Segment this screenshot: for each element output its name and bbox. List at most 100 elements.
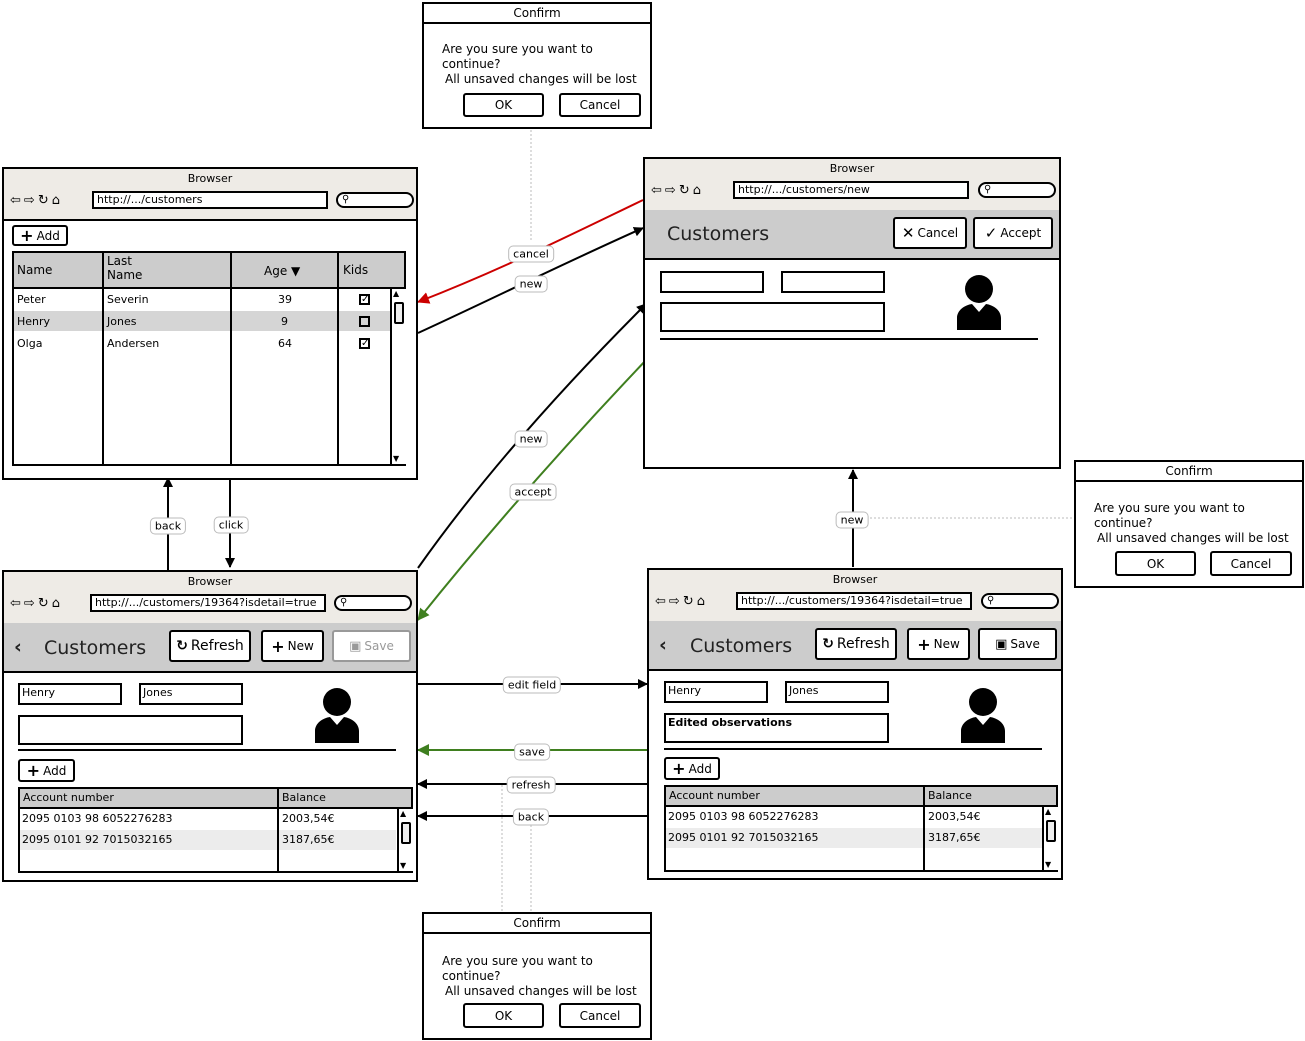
back-chevron-icon[interactable]: ‹	[14, 636, 22, 658]
add-account-button[interactable]: + Add	[664, 757, 720, 780]
scroll-up-icon[interactable]: ▲	[1045, 808, 1051, 816]
save-button-disabled[interactable]: ▣ Save	[332, 630, 411, 662]
url-bar[interactable]: http://.../customers	[92, 191, 328, 209]
first-name-field[interactable]	[660, 271, 764, 293]
cancel-button[interactable]: Cancel	[559, 93, 641, 117]
save-button[interactable]: ▣ Save	[978, 628, 1057, 660]
avatar-icon	[315, 688, 359, 743]
scroll-thumb[interactable]	[401, 822, 411, 844]
home-icon[interactable]: ⌂	[697, 594, 708, 609]
selected-row-highlight	[14, 311, 390, 331]
scroll-down-icon[interactable]: ▼	[393, 455, 399, 463]
cell-account: 2095 0103 98 6052276283	[668, 810, 819, 823]
back-arrow-icon[interactable]: ⇦	[10, 193, 24, 208]
col-header-age[interactable]: Age ▼	[264, 264, 300, 278]
first-name-field[interactable]: Henry	[18, 683, 122, 705]
divider	[664, 748, 1042, 750]
cell-last-name: Severin	[107, 293, 149, 306]
col-header-kids[interactable]: Kids	[343, 263, 368, 277]
cell-name: Olga	[17, 337, 43, 350]
refresh-button[interactable]: ↻ Refresh	[169, 630, 251, 662]
scroll-up-icon[interactable]: ▲	[400, 810, 406, 818]
last-name-field[interactable]: Jones	[785, 681, 889, 703]
add-account-button[interactable]: + Add	[18, 759, 75, 782]
edge-label-accept: accept	[509, 483, 557, 501]
scroll-thumb[interactable]	[394, 302, 404, 324]
reload-icon[interactable]: ↻	[38, 193, 52, 208]
search-box[interactable]: ⚲	[981, 593, 1059, 609]
col-divider	[230, 253, 232, 464]
ok-button[interactable]: OK	[1115, 551, 1196, 576]
cell-last-name: Andersen	[107, 337, 160, 350]
nav-icons: ⇦⇨↻⌂	[651, 183, 704, 198]
nav-icons: ⇦⇨↻⌂	[655, 594, 708, 609]
refresh-button[interactable]: ↻ Refresh	[815, 628, 897, 660]
kids-checkbox-checked[interactable]: ✓	[359, 338, 370, 349]
scrollbar[interactable]: ▲ ▼	[390, 289, 406, 464]
plus-icon: +	[271, 636, 285, 656]
last-name-field[interactable]: Jones	[139, 683, 243, 705]
plus-icon: +	[20, 226, 34, 245]
col-header-last-name[interactable]: Last Name	[107, 254, 167, 282]
search-box[interactable]: ⚲	[334, 595, 412, 611]
kids-checkbox-unchecked[interactable]	[359, 316, 370, 327]
cancel-button[interactable]: Cancel	[559, 1003, 641, 1028]
new-button[interactable]: + New	[261, 630, 324, 662]
add-button[interactable]: + Add	[12, 225, 68, 246]
col-header-account[interactable]: Account number	[23, 791, 114, 804]
observations-field[interactable]	[660, 302, 885, 332]
observations-field[interactable]: Edited observations	[664, 713, 889, 743]
edge-label-save: save	[514, 743, 550, 761]
customers-table: Name Last Name Age ▼ Kids Peter Severin …	[12, 251, 406, 466]
search-box[interactable]: ⚲	[978, 182, 1056, 198]
reload-icon[interactable]: ↻	[679, 183, 693, 198]
url-bar[interactable]: http://.../customers/19364?isdetail=true	[736, 592, 972, 610]
forward-arrow-icon[interactable]: ⇨	[665, 183, 679, 198]
col-header-account[interactable]: Account number	[669, 789, 760, 802]
url-bar[interactable]: http://.../customers/19364?isdetail=true	[90, 594, 326, 612]
cancel-button[interactable]: ✕ Cancel	[893, 217, 967, 249]
scrollbar[interactable]: ▲ ▼	[1042, 807, 1058, 870]
forward-arrow-icon[interactable]: ⇨	[24, 596, 38, 611]
browser-chrome: Browser ⇦⇨↻⌂ http://.../customers/new ⚲	[645, 159, 1059, 212]
home-icon[interactable]: ⌂	[52, 193, 63, 208]
last-name-field[interactable]	[781, 271, 885, 293]
back-arrow-icon[interactable]: ⇦	[651, 183, 665, 198]
col-header-balance[interactable]: Balance	[282, 791, 326, 804]
ok-button[interactable]: OK	[463, 93, 544, 117]
new-button[interactable]: + New	[907, 628, 970, 660]
x-icon: ✕	[901, 224, 915, 242]
home-icon[interactable]: ⌂	[52, 596, 63, 611]
col-header-balance[interactable]: Balance	[928, 789, 972, 802]
scroll-thumb[interactable]	[1046, 820, 1056, 842]
add-label: Add	[688, 761, 712, 776]
forward-arrow-icon[interactable]: ⇨	[669, 594, 683, 609]
back-arrow-icon[interactable]: ⇦	[655, 594, 669, 609]
scroll-down-icon[interactable]: ▼	[400, 862, 406, 870]
accept-button[interactable]: ✓ Accept	[973, 217, 1053, 249]
url-bar[interactable]: http://.../customers/new	[733, 181, 969, 199]
avatar-icon	[961, 688, 1005, 743]
table-header: Name Last Name Age ▼ Kids	[14, 253, 404, 289]
back-arrow-icon[interactable]: ⇦	[10, 596, 24, 611]
scroll-down-icon[interactable]: ▼	[1045, 861, 1051, 869]
first-name-field[interactable]: Henry	[664, 681, 768, 703]
sort-desc-icon: ▼	[291, 264, 301, 278]
reload-icon[interactable]: ↻	[38, 596, 52, 611]
scroll-up-icon[interactable]: ▲	[393, 290, 399, 298]
home-icon[interactable]: ⌂	[693, 183, 704, 198]
cancel-button[interactable]: Cancel	[1210, 551, 1292, 576]
kids-checkbox-checked[interactable]: ✓	[359, 294, 370, 305]
search-icon: ⚲	[342, 194, 350, 205]
dialog-message-line1: Are you sure you want to continue?	[1094, 501, 1245, 530]
search-box[interactable]: ⚲	[336, 192, 414, 208]
scrollbar[interactable]: ▲ ▼	[397, 809, 413, 871]
back-chevron-icon[interactable]: ‹	[659, 634, 667, 656]
observations-field[interactable]	[18, 715, 243, 745]
col-header-name[interactable]: Name	[17, 263, 52, 277]
forward-arrow-icon[interactable]: ⇨	[24, 193, 38, 208]
search-icon: ⚲	[987, 595, 995, 606]
reload-icon[interactable]: ↻	[683, 594, 697, 609]
plus-icon: +	[917, 634, 931, 654]
ok-button[interactable]: OK	[463, 1003, 544, 1028]
